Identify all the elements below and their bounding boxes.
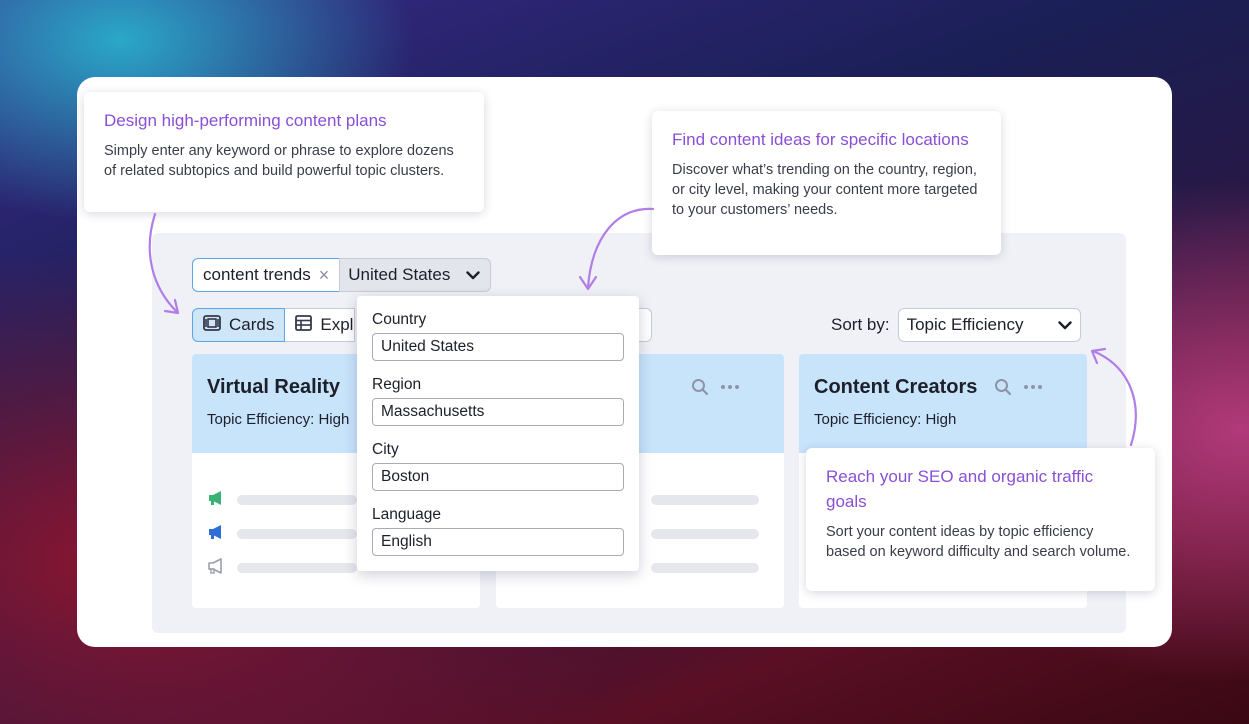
megaphone-icon <box>207 557 237 579</box>
arrow-icon <box>578 207 655 291</box>
more-icon[interactable] <box>1022 378 1044 401</box>
placeholder-bar <box>237 495 357 505</box>
language-field[interactable]: English <box>372 528 624 556</box>
region-field[interactable]: Massachusetts <box>372 398 624 426</box>
placeholder-bar <box>237 529 357 539</box>
tab-cards-label: Cards <box>229 315 275 334</box>
clear-icon[interactable]: × <box>319 265 330 286</box>
topic-card-header: Content Creators Topic Efficiency: High <box>799 354 1087 453</box>
more-icon[interactable] <box>719 378 741 401</box>
tab-explorer[interactable]: Expl <box>285 308 356 342</box>
arrow-icon <box>148 212 180 315</box>
country-field[interactable]: United States <box>372 333 624 361</box>
language-value: English <box>381 533 432 550</box>
placeholder-bar <box>651 529 759 539</box>
search-bar: content trends × United States <box>192 258 492 292</box>
megaphone-icon <box>207 490 237 511</box>
chevron-down-icon <box>466 268 481 283</box>
language-label: Language <box>372 506 441 523</box>
location-value: United States <box>348 265 451 284</box>
region-value: Massachusetts <box>381 403 485 420</box>
keyword-input[interactable]: content trends × <box>192 258 340 292</box>
placeholder-bar <box>651 563 759 573</box>
callout-content-plans: Design high-performing content plans Sim… <box>84 92 484 212</box>
keyword-value: content trends <box>203 265 311 284</box>
city-label: City <box>372 441 399 458</box>
region-label: Region <box>372 376 422 393</box>
cards-icon <box>203 314 221 336</box>
sort-control: Sort by: Topic Efficiency <box>831 308 1081 342</box>
card-actions <box>994 378 1044 401</box>
sort-label: Sort by: <box>831 315 890 334</box>
arrow-icon <box>1090 347 1137 447</box>
search-icon[interactable] <box>691 378 709 401</box>
sort-select[interactable]: Topic Efficiency <box>897 308 1081 342</box>
sort-value: Topic Efficiency <box>906 315 1024 334</box>
city-field[interactable]: Boston <box>372 463 624 491</box>
callout-title: Find content ideas for specific location… <box>672 130 969 149</box>
search-icon[interactable] <box>994 378 1012 401</box>
placeholder-bar <box>651 495 759 505</box>
callout-body: Sort your content ideas by topic efficie… <box>826 524 1131 560</box>
location-select[interactable]: United States <box>339 258 492 292</box>
callout-body: Simply enter any keyword or phrase to ex… <box>104 143 454 179</box>
callout-seo-goals: Reach your SEO and organic traffic goals… <box>806 448 1155 591</box>
chevron-down-icon <box>1057 315 1072 335</box>
placeholder-bar <box>237 563 357 573</box>
megaphone-icon <box>207 524 237 545</box>
tab-explorer-label: Expl <box>320 315 354 334</box>
topic-efficiency: Topic Efficiency: High <box>814 411 957 428</box>
city-value: Boston <box>381 468 430 485</box>
view-tabs: Cards Expl <box>192 308 356 342</box>
feature-card: content trends × United States Cards Exp… <box>77 77 1172 647</box>
card-actions <box>691 378 741 401</box>
callout-locations: Find content ideas for specific location… <box>652 111 1001 255</box>
country-value: United States <box>381 338 475 355</box>
table-icon <box>295 314 313 336</box>
country-label: Country <box>372 311 427 328</box>
tab-cards[interactable]: Cards <box>192 308 286 342</box>
callout-title: Design high-performing content plans <box>104 111 387 130</box>
callout-title: Reach your SEO and organic traffic goals <box>826 467 1094 511</box>
callout-body: Discover what’s trending on the country,… <box>672 162 978 218</box>
location-dropdown: Country United States Region Massachuset… <box>357 296 639 571</box>
